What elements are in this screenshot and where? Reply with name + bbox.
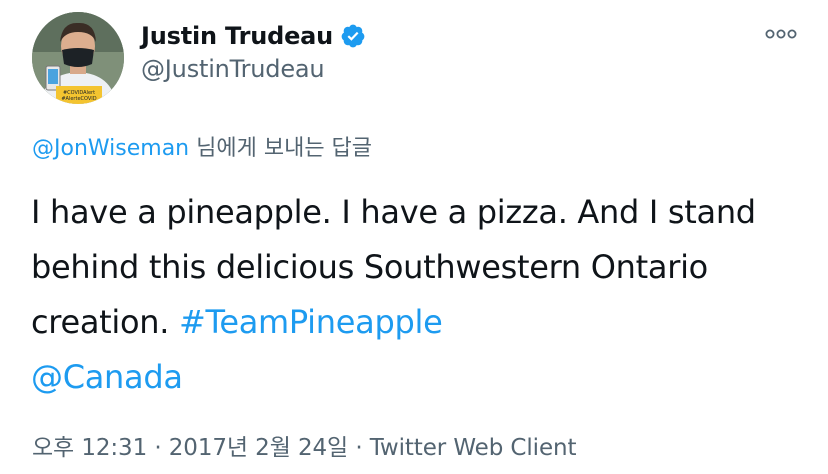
tweet-time[interactable]: 오후 12:31 <box>32 435 147 461</box>
tweet-date[interactable]: 2017년 2월 24일 <box>169 435 348 461</box>
more-horizontal-icon <box>765 29 797 39</box>
meta-separator: · <box>147 435 169 461</box>
tweet-meta: 오후 12:31 · 2017년 2월 24일 · Twitter Web Cl… <box>32 428 576 462</box>
reply-context: @JonWiseman 님에게 보내는 답글 <box>32 130 372 162</box>
avatar-badge-line2: #AlerteCOVID <box>61 96 96 102</box>
mention-link[interactable]: @Canada <box>31 358 183 396</box>
meta-separator: · <box>348 435 370 461</box>
hashtag-link[interactable]: #TeamPineapple <box>179 303 443 341</box>
author-display-name[interactable]: Justin Trudeau <box>141 22 333 50</box>
avatar[interactable]: #COVIDAlert #AlerteCOVID <box>32 12 124 104</box>
avatar-image: #COVIDAlert #AlerteCOVID <box>32 12 124 104</box>
reply-context-suffix: 님에게 보내는 답글 <box>189 136 373 161</box>
tweet-text: I have a pineapple. I have a pizza. And … <box>31 185 806 405</box>
author-name-row: Justin Trudeau <box>141 19 366 53</box>
author-handle[interactable]: @JustinTrudeau <box>141 55 325 83</box>
more-options-button[interactable] <box>764 20 798 48</box>
reply-mention-link[interactable]: @JonWiseman <box>32 136 189 161</box>
verified-badge-icon <box>340 23 366 49</box>
tweet-client[interactable]: Twitter Web Client <box>370 435 577 461</box>
